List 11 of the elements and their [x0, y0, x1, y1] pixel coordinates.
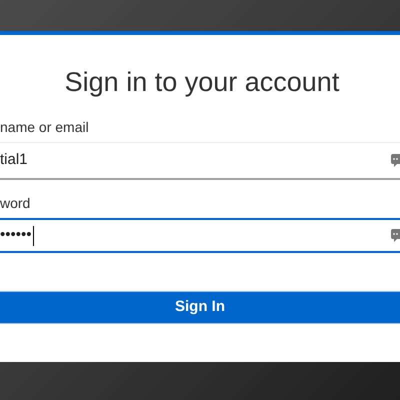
field-label: word	[0, 194, 32, 212]
input-field[interactable]: tial1	[0, 142, 400, 180]
sign-in-button[interactable]: Sign In	[0, 291, 400, 324]
field-value: tial1	[0, 150, 28, 170]
text-cursor	[32, 226, 34, 246]
field-value: ••••••	[0, 225, 32, 246]
page-title: Sign in to your account	[64, 66, 340, 99]
input-field[interactable]: ••••••	[0, 218, 400, 253]
speech-bubble-icon[interactable]	[391, 228, 400, 242]
field-label: name or email	[0, 118, 90, 136]
speech-bubble-icon[interactable]	[391, 154, 400, 168]
